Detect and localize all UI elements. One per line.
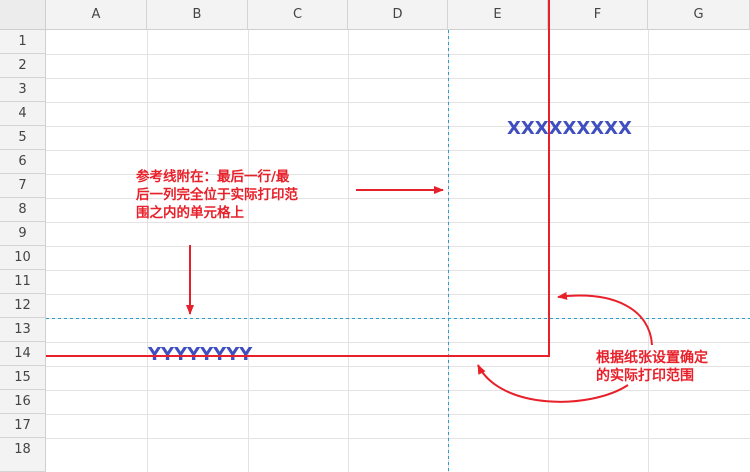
annotation-overlay [46,0,750,472]
arrow-to-range-right-edge [557,291,653,346]
print-range-note-line-2: 的实际打印范围 [596,368,694,384]
print-range-note: 根据纸张设置确定 的实际打印范围 [596,349,746,385]
guide-line-note-line-3: 围之内的单元格上 [136,205,244,221]
print-range-note-line-1: 根据纸张设置确定 [596,350,708,366]
guide-line-note-line-2: 后一列完全位于实际打印范 [136,187,298,203]
spreadsheet: A B C D E F G 1 2 3 4 5 6 7 8 9 10 11 12… [0,0,750,472]
guide-line-note-line-1: 参考线附在：最后一行/最 [136,169,290,185]
guide-line-note: 参考线附在：最后一行/最 后一列完全位于实际打印范 围之内的单元格上 [136,168,341,222]
